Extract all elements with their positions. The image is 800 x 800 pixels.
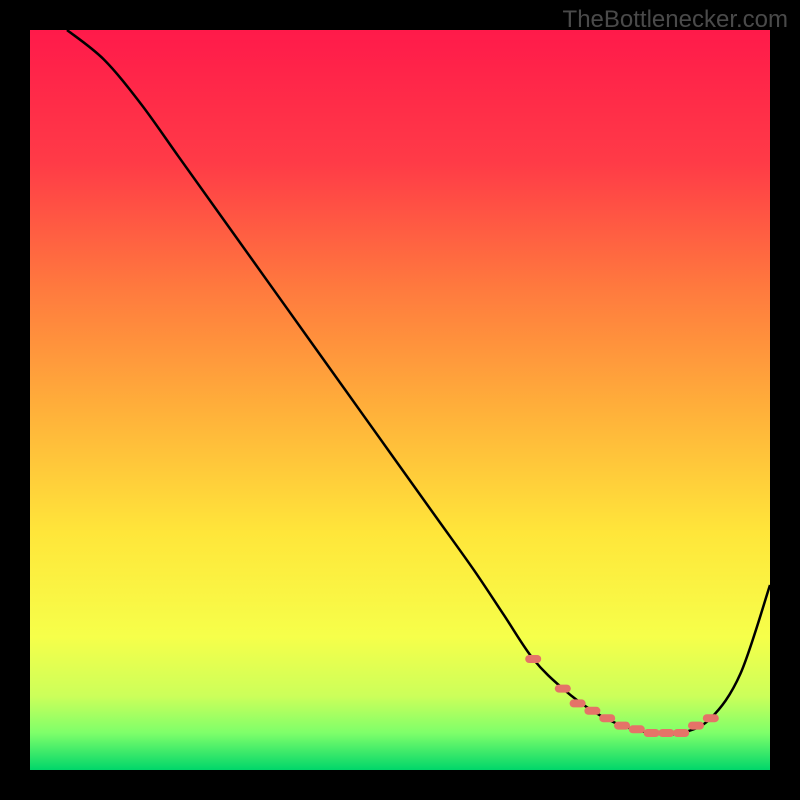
optimal-marker bbox=[629, 725, 645, 733]
optimal-marker bbox=[525, 655, 541, 663]
optimal-marker bbox=[614, 722, 630, 730]
optimal-marker bbox=[673, 729, 689, 737]
bottleneck-chart bbox=[30, 30, 770, 770]
chart-background bbox=[30, 30, 770, 770]
optimal-marker bbox=[584, 707, 600, 715]
optimal-marker bbox=[599, 714, 615, 722]
optimal-marker bbox=[555, 685, 571, 693]
optimal-marker bbox=[644, 729, 660, 737]
optimal-marker bbox=[703, 714, 719, 722]
watermark: TheBottlenecker.com bbox=[563, 6, 788, 34]
optimal-marker bbox=[658, 729, 674, 737]
optimal-marker bbox=[688, 722, 704, 730]
optimal-marker bbox=[570, 699, 586, 707]
